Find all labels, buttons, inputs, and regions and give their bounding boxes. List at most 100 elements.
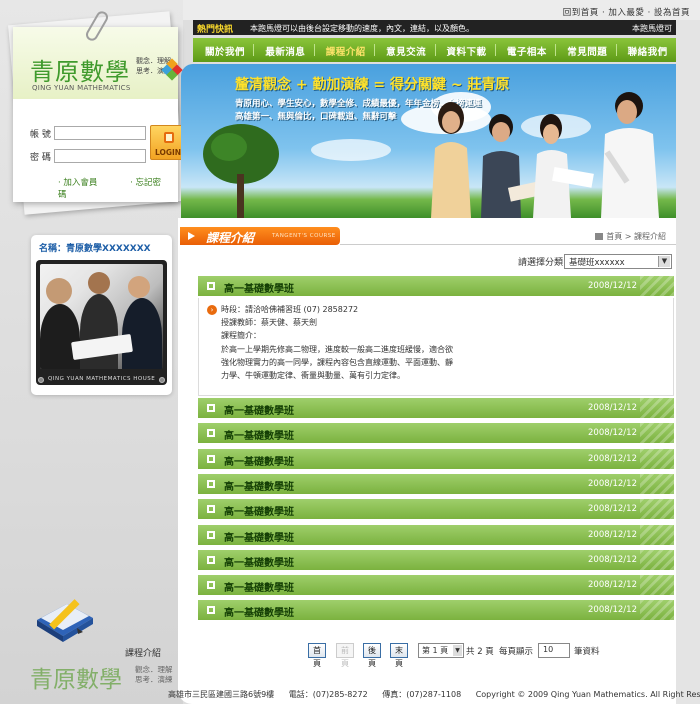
course-row[interactable]: 高一基礎數學班 2008/12/12 — [198, 575, 674, 596]
course-title: 高一基礎數學班 — [224, 532, 294, 544]
course-row[interactable]: 高一基礎數學班 2008/12/12 — [198, 600, 674, 621]
next-page-button[interactable]: 後頁 — [363, 643, 381, 668]
students-illustration — [431, 92, 659, 218]
home-icon — [595, 233, 604, 240]
course-date: 2008/12/12 — [588, 554, 637, 565]
news-ticker-text[interactable]: 本跑馬燈可以由後台設定移動的速度，內文，連結，以及顏色。 — [250, 23, 474, 34]
square-icon — [207, 282, 215, 290]
course-row[interactable]: 高一基礎數學班 2008/12/12 — [198, 398, 674, 418]
square-icon — [207, 479, 215, 488]
nav-item-6[interactable]: 電子相本 — [507, 44, 547, 58]
course-title: 高一基礎數學班 — [224, 507, 294, 519]
square-icon — [207, 555, 215, 564]
row-stripes — [640, 549, 674, 570]
section-title: 課程介紹 — [206, 231, 255, 245]
photo-image — [40, 264, 163, 369]
square-icon — [207, 530, 215, 539]
course-detail: › 時段：請洽哈佛補習班 (07) 2858272 授課教師：蔡天健、蔡天劍 課… — [198, 298, 674, 396]
profile-panel: 名稱：青原數學XXXXXXX QING YUAN MATHEMATICS HOU… — [31, 235, 172, 395]
course-title: 高一基礎數學班 — [224, 608, 294, 620]
join-member-link[interactable]: · 加入會員 — [58, 178, 112, 188]
detail-intro-2: 強化物理實力的高一同學，課程內容包含直線運動、平面運動、靜 — [221, 358, 453, 367]
prev-page-button[interactable]: 前頁 — [336, 643, 354, 668]
square-icon — [207, 606, 215, 615]
course-row[interactable]: 高一基礎數學班 2008/12/12 — [198, 448, 674, 469]
photo-prev-button[interactable] — [38, 377, 44, 383]
course-title: 高一基礎數學班 — [224, 431, 294, 443]
course-row[interactable]: 高一基礎數學班 2008/12/12 — [198, 276, 674, 296]
course-row[interactable]: 高一基礎數學班 2008/12/12 — [198, 549, 674, 570]
password-input[interactable] — [54, 149, 146, 163]
row-stripes — [640, 600, 674, 621]
banner-title: 釐清觀念 + 勤加演練 = 得分關鍵 ~ 莊青原 — [235, 77, 510, 93]
course-row[interactable]: 高一基礎數學班 2008/12/12 — [198, 524, 674, 545]
row-stripes — [640, 499, 674, 520]
course-row[interactable]: 高一基礎數學班 2008/12/12 — [198, 473, 674, 494]
detail-intro-label: 課程簡介： — [221, 331, 261, 340]
nav-item-8[interactable]: 聯絡我們 — [628, 44, 668, 58]
news-ticker-right: 本跑馬燈可 — [632, 24, 672, 33]
course-date: 2008/12/12 — [588, 281, 637, 291]
account-label: 帳 號 — [30, 130, 51, 140]
category-select[interactable]: 基礎班xxxxxx ▼ — [564, 254, 672, 269]
square-icon — [207, 581, 215, 590]
square-icon — [207, 454, 215, 463]
main-nav: 關於我們 最新消息 課程介紹 意見交流 資料下載 電子相本 常見問題 聯絡我們 — [193, 38, 676, 62]
password-label: 密 碼 — [30, 153, 51, 163]
main-area: 熱門快訊 本跑馬燈可以由後台設定移動的速度，內文，連結，以及顏色。 本跑馬燈可 … — [178, 0, 676, 704]
nav-divider — [313, 44, 315, 56]
row-stripes — [640, 423, 674, 444]
profile-photo: QING YUAN MATHEMATICS HOUSE — [36, 260, 167, 385]
course-row[interactable]: 高一基礎數學班 2008/12/12 — [198, 499, 674, 520]
nav-divider — [253, 44, 255, 56]
breadcrumb: 首頁 > 課程介紹 — [595, 231, 666, 242]
page-select[interactable]: 第 1 頁 ▼ — [418, 643, 464, 658]
arrow-right-icon — [188, 232, 195, 240]
logo-title: 青原數學 — [30, 58, 130, 86]
square-icon — [207, 505, 215, 514]
sidebar-section-label: 課程介紹 — [125, 649, 162, 659]
section-divider — [340, 244, 676, 245]
footer-fax: 傳真：(07)287-1108 — [382, 690, 462, 699]
per-page-input[interactable]: 10 — [538, 643, 570, 658]
per-page-unit: 筆資料 — [574, 647, 600, 657]
filter-label: 請選擇分類 — [518, 258, 564, 268]
photo-next-button[interactable] — [159, 377, 165, 383]
login-card: 青原數學 觀念．理解 思考．演練 QING YUAN MATHEMATICS 帳… — [13, 27, 186, 202]
first-page-button[interactable]: 首頁 — [308, 643, 326, 668]
nav-item-5[interactable]: 資料下載 — [447, 44, 487, 58]
course-title: 高一基礎數學班 — [224, 481, 294, 493]
row-stripes — [640, 524, 674, 545]
square-icon — [207, 404, 215, 412]
detail-intro-3: 力學、牛頓運動定律、衝量與動量、萬有引力定律。 — [221, 371, 405, 380]
nav-item-3[interactable]: 課程介紹 — [326, 44, 366, 58]
footer-logo-slogan: 觀念．理解 思考．演練 — [135, 665, 173, 685]
nav-item-1[interactable]: 關於我們 — [205, 44, 245, 58]
course-date: 2008/12/12 — [588, 504, 637, 515]
nav-item-4[interactable]: 意見交流 — [386, 44, 426, 58]
course-row[interactable]: 高一基礎數學班 2008/12/12 — [198, 423, 674, 444]
last-page-button[interactable]: 末頁 — [390, 643, 408, 668]
detail-time: 時段：請洽哈佛補習班 (07) 2858272 — [221, 305, 359, 314]
course-title: 高一基礎數學班 — [224, 406, 294, 417]
course-title: 高一基礎數學班 — [224, 583, 294, 595]
breadcrumb-text[interactable]: 首頁 > 課程介紹 — [606, 232, 666, 241]
nav-item-7[interactable]: 常見問題 — [567, 44, 607, 58]
nav-item-2[interactable]: 最新消息 — [265, 44, 305, 58]
section-title-tab: 課程介紹 TANGENT'S COURSE — [180, 227, 340, 245]
photo-caption: QING YUAN MATHEMATICS HOUSE — [48, 376, 156, 382]
book-pencil-icon — [37, 599, 93, 642]
footer-copyright: Copyright © 2009 Qing Yuan Mathematics. … — [475, 690, 700, 699]
news-ticker-bar: 熱門快訊 本跑馬燈可以由後台設定移動的速度，內文，連結，以及顏色。 本跑馬燈可 — [193, 20, 676, 35]
detail-teacher: 授課教師：蔡天健、蔡天劍 — [221, 318, 317, 327]
course-date: 2008/12/12 — [588, 453, 637, 464]
account-input[interactable] — [54, 126, 146, 140]
category-select-value: 基礎班xxxxxx — [569, 258, 625, 268]
content-panel: 課程介紹 TANGENT'S COURSE 首頁 > 課程介紹 請選擇分類 基礎… — [178, 218, 676, 704]
footer: 高雄市三民區建國三路6號9樓 電話：(07)285-8272 傳真：(07)28… — [168, 689, 700, 700]
course-date: 2008/12/12 — [588, 580, 637, 591]
course-date: 2008/12/12 — [588, 478, 637, 489]
detail-intro-1: 於高一上學期先修高二物理，進度較一般高二進度班緩慢，適合欲 — [221, 345, 453, 354]
course-date: 2008/12/12 — [588, 605, 637, 616]
chevron-right-icon: › — [207, 305, 217, 315]
